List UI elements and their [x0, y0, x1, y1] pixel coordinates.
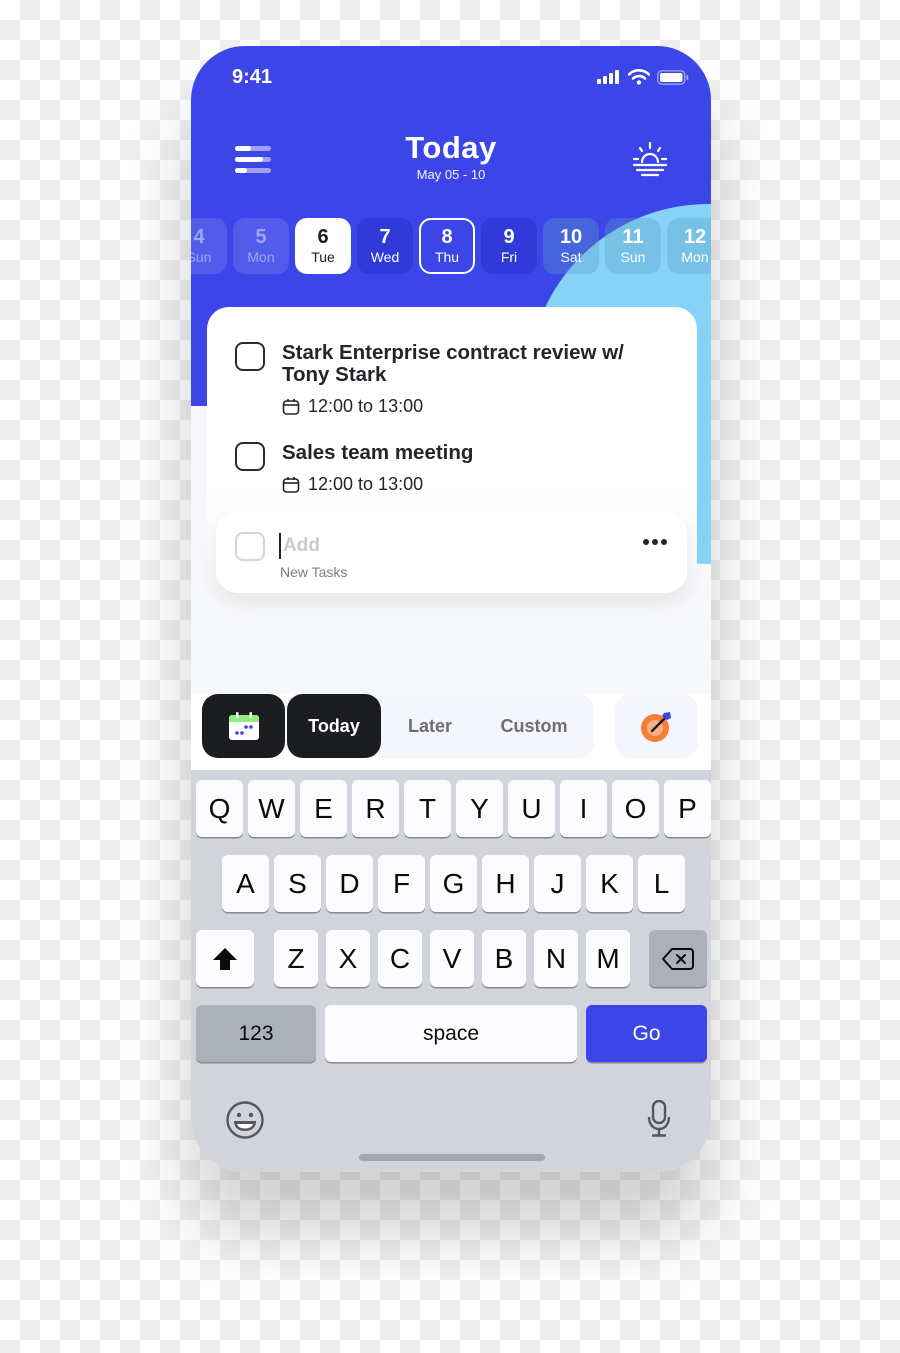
key-m[interactable]: M — [586, 930, 630, 987]
day-name: Fri — [500, 249, 518, 265]
day-number: 7 — [379, 226, 391, 248]
key-w[interactable]: W — [248, 780, 295, 837]
shift-key[interactable] — [196, 930, 254, 987]
task-checkbox[interactable] — [235, 342, 265, 371]
day-name: Sun — [191, 249, 212, 265]
space-key[interactable]: space — [325, 1005, 577, 1062]
day-name: Wed — [370, 249, 400, 265]
keyboard: Q W E R T Y U I O P A S D F G H J K L Z X C V B N M 123 space Go — [191, 770, 711, 1172]
day-name: Thu — [434, 249, 460, 265]
calendar-small-icon — [282, 476, 300, 493]
new-task-checkbox[interactable] — [235, 532, 265, 561]
day-name: Tue — [311, 249, 335, 265]
calendar-icon — [228, 712, 259, 740]
day-4[interactable]: 4 Sun — [191, 218, 227, 274]
key-d[interactable]: D — [326, 855, 373, 912]
day-11[interactable]: 11 Sun — [605, 218, 661, 274]
key-g[interactable]: G — [430, 855, 477, 912]
segment-custom[interactable]: Custom — [486, 694, 582, 758]
day-number: 12 — [683, 226, 707, 248]
new-task-hint: New Tasks — [280, 564, 348, 580]
go-key[interactable]: Go — [586, 1005, 707, 1062]
microphone-icon[interactable] — [647, 1099, 671, 1143]
signal-icon — [597, 70, 619, 84]
key-q[interactable]: Q — [196, 780, 243, 837]
status-time: 9:41 — [232, 66, 273, 88]
phone-screen: 9:41 Today May 05 - 10 4 Sun 5 Mon 6 Tue… — [191, 46, 711, 1172]
day-number: 8 — [441, 226, 453, 248]
calendar-button[interactable] — [202, 694, 285, 758]
shift-icon — [213, 947, 237, 970]
calendar-small-icon — [282, 398, 300, 415]
segment-today[interactable]: Today — [287, 694, 381, 758]
key-n[interactable]: N — [534, 930, 578, 987]
day-number: 6 — [317, 226, 329, 248]
key-v[interactable]: V — [430, 930, 474, 987]
key-r[interactable]: R — [352, 780, 399, 837]
day-number: 9 — [503, 226, 515, 248]
day-number: 4 — [193, 226, 205, 248]
key-c[interactable]: C — [378, 930, 422, 987]
key-i[interactable]: I — [560, 780, 607, 837]
key-e[interactable]: E — [300, 780, 347, 837]
day-6[interactable]: 6 Tue — [295, 218, 351, 274]
task-title: Sales team meeting — [282, 441, 474, 464]
task-time: 12:00 to 13:00 — [282, 474, 473, 495]
key-b[interactable]: B — [482, 930, 526, 987]
more-options-icon[interactable] — [643, 539, 667, 545]
emoji-icon[interactable] — [225, 1100, 265, 1145]
key-k[interactable]: K — [586, 855, 633, 912]
key-o[interactable]: O — [612, 780, 659, 837]
day-number: 11 — [622, 226, 644, 248]
key-h[interactable]: H — [482, 855, 529, 912]
battery-icon — [657, 69, 689, 85]
segment-later[interactable]: Later — [391, 694, 469, 758]
key-f[interactable]: F — [378, 855, 425, 912]
key-z[interactable]: Z — [274, 930, 318, 987]
goal-button[interactable] — [615, 694, 698, 758]
key-x[interactable]: X — [326, 930, 370, 987]
key-l[interactable]: L — [638, 855, 685, 912]
numbers-key[interactable]: 123 — [196, 1005, 316, 1062]
task-item[interactable]: Stark Enterprise contract review w/ Tony… — [235, 342, 632, 417]
backspace-key[interactable] — [649, 930, 707, 987]
task-checkbox[interactable] — [235, 442, 265, 471]
day-10[interactable]: 10 Sat — [543, 218, 599, 274]
day-12[interactable]: 12 Mon — [667, 218, 711, 274]
new-task-card: New Tasks — [216, 511, 687, 593]
day-5[interactable]: 5 Mon — [233, 218, 289, 274]
key-t[interactable]: T — [404, 780, 451, 837]
key-s[interactable]: S — [274, 855, 321, 912]
day-name: Sun — [620, 249, 646, 265]
backspace-icon — [662, 947, 694, 970]
task-title: Stark Enterprise contract review w/ Tony… — [282, 341, 624, 386]
new-task-input[interactable] — [279, 533, 579, 559]
home-indicator[interactable] — [359, 1154, 545, 1161]
sunrise-icon[interactable] — [631, 141, 669, 181]
day-name: Mon — [247, 249, 275, 265]
day-8[interactable]: 8 Thu — [419, 218, 475, 274]
day-7[interactable]: 7 Wed — [357, 218, 413, 274]
day-name: Mon — [681, 249, 709, 265]
task-time: 12:00 to 13:00 — [282, 396, 632, 417]
task-time-text: 12:00 to 13:00 — [308, 474, 424, 494]
task-item[interactable]: Sales team meeting 12:00 to 13:00 — [235, 442, 473, 495]
key-a[interactable]: A — [222, 855, 269, 912]
day-9[interactable]: 9 Fri — [481, 218, 537, 274]
wifi-icon — [628, 69, 650, 85]
key-p[interactable]: P — [664, 780, 711, 837]
task-time-text: 12:00 to 13:00 — [308, 396, 424, 416]
key-u[interactable]: U — [508, 780, 555, 837]
key-j[interactable]: J — [534, 855, 581, 912]
target-icon — [640, 712, 671, 742]
day-number: 10 — [559, 226, 583, 248]
day-picker: 4 Sun 5 Mon 6 Tue 7 Wed 8 Thu 9 Fri 10 Sat 11 Sun 12 Mon — [191, 218, 711, 274]
status-icons — [597, 69, 689, 85]
day-number: 5 — [255, 226, 267, 248]
key-y[interactable]: Y — [456, 780, 503, 837]
schedule-toolbar: Today Later Custom — [191, 694, 711, 770]
day-name: Sat — [560, 249, 582, 265]
